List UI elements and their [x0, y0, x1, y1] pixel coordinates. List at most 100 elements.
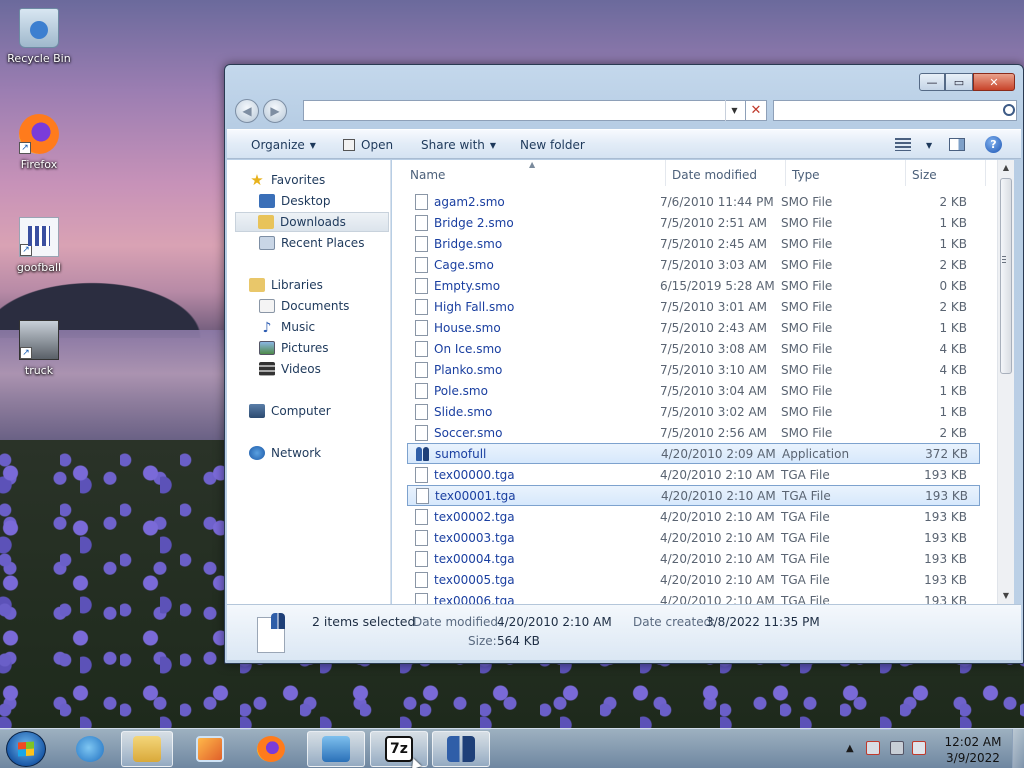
file-row[interactable]: tex00004.tga 4/20/2010 2:10 AM TGA File 193… [407, 548, 980, 569]
desktop-icon-recycle-bin[interactable]: Recycle Bin [3, 8, 75, 65]
taskbar-control-panel[interactable] [307, 731, 365, 767]
taskbar-windows-explorer[interactable] [121, 731, 173, 767]
address-stop-button[interactable]: ✕ [745, 100, 767, 121]
clock[interactable]: 12:02 AM 3/9/2022 [940, 734, 1006, 766]
nav-documents[interactable]: Documents [259, 296, 389, 316]
nav-downloads[interactable]: Downloads [235, 212, 389, 232]
action-center-icon[interactable] [866, 741, 880, 755]
scrollbar-thumb[interactable] [1000, 178, 1012, 374]
scroll-down-button[interactable]: ▼ [998, 588, 1014, 604]
desktop-icon-label: truck [24, 364, 54, 377]
column-header-type[interactable]: Type [786, 160, 906, 186]
taskbar-media-player[interactable] [184, 731, 236, 767]
file-row[interactable]: House.smo 7/5/2010 2:43 AM SMO File 1 KB [407, 317, 980, 338]
file-type: SMO File [781, 362, 833, 377]
file-date-modified: 7/5/2010 3:02 AM [660, 404, 768, 419]
share-with-button[interactable]: Share with ▼ [421, 138, 496, 152]
file-row[interactable]: tex00005.tga 4/20/2010 2:10 AM TGA File 193… [407, 569, 980, 590]
file-row[interactable]: tex00006.tga 4/20/2010 2:10 AM TGA File 193… [407, 590, 980, 604]
volume-muted-icon[interactable] [912, 741, 926, 755]
view-options-button[interactable]: ▼ [921, 138, 932, 152]
file-row[interactable]: agam2.smo 7/6/2010 11:44 PM SMO File 2 KB [407, 191, 980, 212]
file-row[interactable]: Bridge.smo 7/5/2010 2:45 AM SMO File 1 KB [407, 233, 980, 254]
file-row[interactable]: Planko.smo 7/5/2010 3:10 AM SMO File 4 KB [407, 359, 980, 380]
size-value: 564 KB [497, 634, 540, 648]
videos-icon [259, 362, 275, 376]
title-bar[interactable]: — ▭ ✕ [225, 65, 1023, 95]
shortcut-arrow-icon: ↗ [20, 244, 32, 256]
file-name: Cage.smo [434, 257, 494, 272]
file-row[interactable]: tex00000.tga 4/20/2010 2:10 AM TGA File 193… [407, 464, 980, 485]
clock-time: 12:02 AM [944, 735, 1002, 749]
network-status-icon[interactable] [890, 741, 904, 755]
file-type: SMO File [781, 215, 833, 230]
file-date-modified: 4/20/2010 2:10 AM [660, 551, 775, 566]
nav-recent-places[interactable]: Recent Places [259, 233, 389, 253]
desktop-icon-truck[interactable]: ↗ truck [3, 320, 75, 377]
file-row[interactable]: Bridge 2.smo 7/5/2010 2:51 AM SMO File 1 KB [407, 212, 980, 233]
taskbar-internet-explorer[interactable] [64, 731, 116, 767]
scroll-up-button[interactable]: ▲ [998, 160, 1014, 176]
nav-pictures[interactable]: Pictures [259, 338, 389, 358]
organize-label: Organize [251, 138, 305, 152]
back-button[interactable]: ◀ [235, 99, 259, 123]
file-size: 2 KB [939, 257, 967, 272]
file-icon [415, 529, 428, 546]
file-name: tex00001.tga [435, 488, 516, 503]
nav-label: Videos [281, 362, 321, 376]
nav-libraries[interactable]: Libraries [249, 275, 389, 295]
nav-computer[interactable]: Computer [249, 401, 389, 421]
minimize-button[interactable]: — [919, 73, 945, 91]
vertical-scrollbar[interactable]: ▲ ▼ [997, 160, 1014, 604]
address-bar[interactable] [303, 100, 765, 121]
nav-network[interactable]: Network [249, 443, 389, 463]
nav-music[interactable]: ♪ Music [259, 317, 389, 337]
file-row[interactable]: sumofull 4/20/2010 2:09 AM Application 372 … [407, 443, 980, 464]
change-view-icon[interactable] [895, 138, 911, 151]
file-type: TGA File [781, 572, 830, 587]
start-button[interactable] [6, 731, 46, 767]
nav-videos[interactable]: Videos [259, 359, 389, 379]
desktop-icon-firefox[interactable]: ↗ Firefox [3, 114, 75, 171]
file-row[interactable]: tex00001.tga 4/20/2010 2:10 AM TGA File 193… [407, 485, 980, 506]
file-row[interactable]: Soccer.smo 7/5/2010 2:56 AM SMO File 2 KB [407, 422, 980, 443]
close-button[interactable]: ✕ [973, 73, 1015, 91]
taskbar-sumo[interactable] [432, 731, 490, 767]
search-input[interactable] [773, 100, 1017, 121]
taskbar-firefox[interactable] [245, 731, 297, 767]
media-player-icon [196, 736, 224, 762]
file-row[interactable]: tex00002.tga 4/20/2010 2:10 AM TGA File 193… [407, 506, 980, 527]
file-type: SMO File [781, 425, 833, 440]
column-header-date-modified[interactable]: Date modified [666, 160, 786, 186]
maximize-button[interactable]: ▭ [945, 73, 973, 91]
show-hidden-icons-button[interactable]: ▲ [846, 743, 854, 754]
new-folder-button[interactable]: New folder [520, 138, 585, 152]
file-row[interactable]: tex00003.tga 4/20/2010 2:10 AM TGA File 193… [407, 527, 980, 548]
desktop-icon-goofball[interactable]: ↗ goofball [3, 217, 75, 274]
explorer-window: — ▭ ✕ ◀ ▶ ▼ ✕ Organize ▼ Open Share with ▼… [224, 64, 1024, 664]
column-header-size[interactable]: Size [906, 160, 986, 186]
file-date-modified: 4/20/2010 2:10 AM [660, 467, 775, 482]
organize-button[interactable]: Organize ▼ [251, 138, 316, 152]
file-row[interactable]: High Fall.smo 7/5/2010 3:01 AM SMO File 2 K… [407, 296, 980, 317]
7zip-icon: 7z [385, 736, 413, 762]
help-icon[interactable]: ? [985, 136, 1002, 153]
recycle-bin-icon [19, 8, 59, 48]
file-row[interactable]: On Ice.smo 7/5/2010 3:08 AM SMO File 4 KB [407, 338, 980, 359]
forward-button[interactable]: ▶ [263, 99, 287, 123]
open-button[interactable]: Open [343, 138, 393, 152]
search-icon[interactable] [1003, 104, 1015, 116]
file-row[interactable]: Slide.smo 7/5/2010 3:02 AM SMO File 1 KB [407, 401, 980, 422]
address-dropdown-button[interactable]: ▼ [725, 100, 743, 121]
preview-pane-icon[interactable] [949, 138, 965, 151]
file-row[interactable]: Empty.smo 6/15/2019 5:28 AM SMO File 0 KB [407, 275, 980, 296]
file-icon [415, 571, 428, 588]
desktop-icon-label: Firefox [20, 158, 58, 171]
nav-favorites[interactable]: ★ Favorites [249, 170, 389, 190]
file-icon [415, 193, 428, 210]
file-row[interactable]: Pole.smo 7/5/2010 3:04 AM SMO File 1 KB [407, 380, 980, 401]
file-row[interactable]: Cage.smo 7/5/2010 3:03 AM SMO File 2 KB [407, 254, 980, 275]
file-type: TGA File [781, 593, 830, 605]
show-desktop-button[interactable] [1012, 729, 1024, 768]
nav-desktop[interactable]: Desktop [259, 191, 389, 211]
